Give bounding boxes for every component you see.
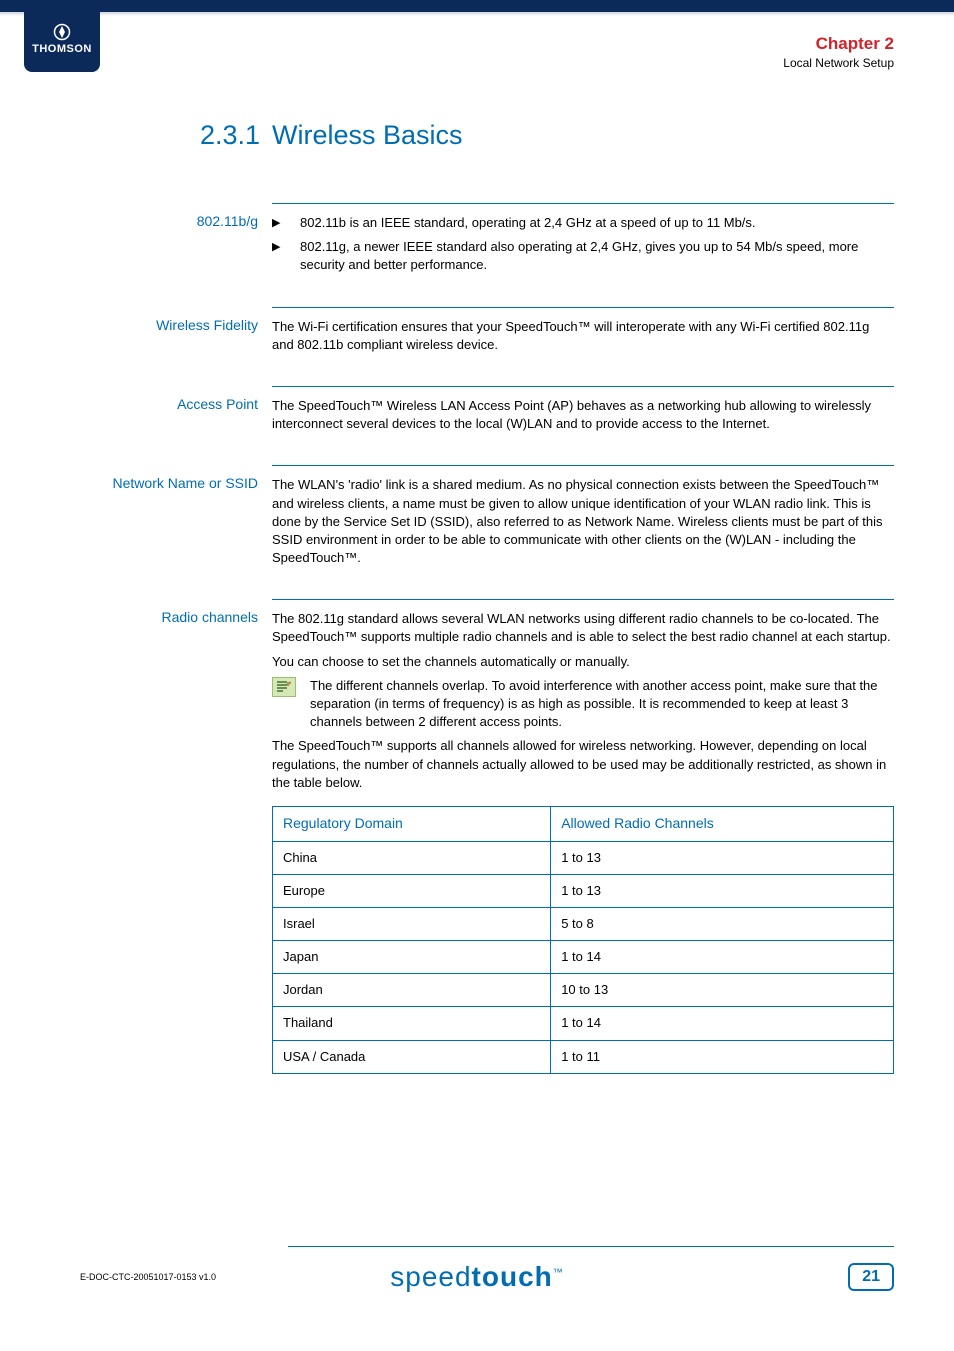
chapter-number: Chapter 2 bbox=[783, 34, 894, 54]
section-label: Radio channels bbox=[0, 599, 272, 1100]
bullet-text: 802.11g, a newer IEEE standard also oper… bbox=[300, 238, 894, 274]
bullet-arrow-icon: ▶ bbox=[272, 214, 300, 232]
note-icon bbox=[272, 677, 310, 732]
page-footer: E-DOC-CTC-20051017-0153 v1.0 speedtouch™… bbox=[0, 1263, 954, 1291]
footer-brand-logo: speedtouch™ bbox=[390, 1261, 564, 1293]
section-label: Network Name or SSID bbox=[0, 465, 272, 599]
section-network-name-ssid: Network Name or SSID The WLAN's 'radio' … bbox=[0, 465, 894, 599]
cell-channels: 1 to 13 bbox=[551, 841, 894, 874]
page-number: 21 bbox=[848, 1263, 894, 1291]
cell-domain: Japan bbox=[273, 941, 551, 974]
section-title: Wireless Basics bbox=[272, 120, 463, 151]
note-callout: The different channels overlap. To avoid… bbox=[272, 677, 894, 732]
section-body: The WLAN's 'radio' link is a shared medi… bbox=[272, 465, 894, 599]
brand-logo: THOMSON bbox=[24, 0, 100, 72]
cell-domain: Europe bbox=[273, 874, 551, 907]
table-row: USA / Canada1 to 11 bbox=[273, 1040, 894, 1073]
brand-glyph-icon bbox=[53, 23, 71, 41]
paragraph: The 802.11g standard allows several WLAN… bbox=[272, 610, 894, 646]
table-row: China1 to 13 bbox=[273, 841, 894, 874]
cell-domain: China bbox=[273, 841, 551, 874]
footer-logo-bold: touch bbox=[472, 1261, 553, 1292]
channels-table: Regulatory Domain Allowed Radio Channels… bbox=[272, 806, 894, 1074]
header-bar-shadow bbox=[0, 12, 954, 16]
bullet-text: 802.11b is an IEEE standard, operating a… bbox=[300, 214, 756, 232]
col-allowed-channels: Allowed Radio Channels bbox=[551, 806, 894, 841]
col-regulatory-domain: Regulatory Domain bbox=[273, 806, 551, 841]
cell-domain: Jordan bbox=[273, 974, 551, 1007]
document-id: E-DOC-CTC-20051017-0153 v1.0 bbox=[80, 1272, 216, 1282]
section-body: The SpeedTouch™ Wireless LAN Access Poin… bbox=[272, 386, 894, 465]
footer-logo-tm: ™ bbox=[553, 1268, 564, 1279]
cell-domain: Israel bbox=[273, 907, 551, 940]
page-content: 2.3.1 Wireless Basics 802.11b/g ▶ 802.11… bbox=[0, 120, 954, 1100]
brand-name: THOMSON bbox=[32, 43, 92, 55]
cell-channels: 1 to 14 bbox=[551, 941, 894, 974]
section-wireless-fidelity: Wireless Fidelity The Wi-Fi certificatio… bbox=[0, 307, 894, 386]
cell-channels: 5 to 8 bbox=[551, 907, 894, 940]
bullet-item: ▶ 802.11g, a newer IEEE standard also op… bbox=[272, 238, 894, 274]
section-body: The 802.11g standard allows several WLAN… bbox=[272, 599, 894, 1100]
cell-channels: 10 to 13 bbox=[551, 974, 894, 1007]
cell-channels: 1 to 11 bbox=[551, 1040, 894, 1073]
section-label: Wireless Fidelity bbox=[0, 307, 272, 386]
table-row: Jordan10 to 13 bbox=[273, 974, 894, 1007]
cell-domain: USA / Canada bbox=[273, 1040, 551, 1073]
section-access-point: Access Point The SpeedTouch™ Wireless LA… bbox=[0, 386, 894, 465]
header-bar bbox=[0, 0, 954, 12]
section-body: The Wi-Fi certification ensures that you… bbox=[272, 307, 894, 386]
bullet-arrow-icon: ▶ bbox=[272, 238, 300, 274]
paragraph: The SpeedTouch™ Wireless LAN Access Poin… bbox=[272, 397, 894, 433]
note-text: The different channels overlap. To avoid… bbox=[310, 677, 894, 732]
cell-channels: 1 to 13 bbox=[551, 874, 894, 907]
cell-domain: Thailand bbox=[273, 1007, 551, 1040]
table-row: Japan1 to 14 bbox=[273, 941, 894, 974]
cell-channels: 1 to 14 bbox=[551, 1007, 894, 1040]
section-label: Access Point bbox=[0, 386, 272, 465]
chapter-title: Local Network Setup bbox=[783, 56, 894, 70]
paragraph: The Wi-Fi certification ensures that you… bbox=[272, 318, 894, 354]
footer-rule bbox=[288, 1246, 894, 1247]
table-header-row: Regulatory Domain Allowed Radio Channels bbox=[273, 806, 894, 841]
table-row: Thailand1 to 14 bbox=[273, 1007, 894, 1040]
paragraph: The SpeedTouch™ supports all channels al… bbox=[272, 737, 894, 792]
section-heading: 2.3.1 Wireless Basics bbox=[0, 120, 894, 151]
chapter-header: Chapter 2 Local Network Setup bbox=[783, 34, 894, 70]
table-row: Israel5 to 8 bbox=[273, 907, 894, 940]
section-80211bg: 802.11b/g ▶ 802.11b is an IEEE standard,… bbox=[0, 203, 894, 307]
bullet-item: ▶ 802.11b is an IEEE standard, operating… bbox=[272, 214, 894, 232]
paragraph: The WLAN's 'radio' link is a shared medi… bbox=[272, 476, 894, 567]
section-radio-channels: Radio channels The 802.11g standard allo… bbox=[0, 599, 894, 1100]
footer-logo-light: speed bbox=[390, 1261, 471, 1292]
section-number: 2.3.1 bbox=[0, 120, 272, 151]
table-row: Europe1 to 13 bbox=[273, 874, 894, 907]
section-label: 802.11b/g bbox=[0, 203, 272, 307]
paragraph: You can choose to set the channels autom… bbox=[272, 653, 894, 671]
section-body: ▶ 802.11b is an IEEE standard, operating… bbox=[272, 203, 894, 307]
